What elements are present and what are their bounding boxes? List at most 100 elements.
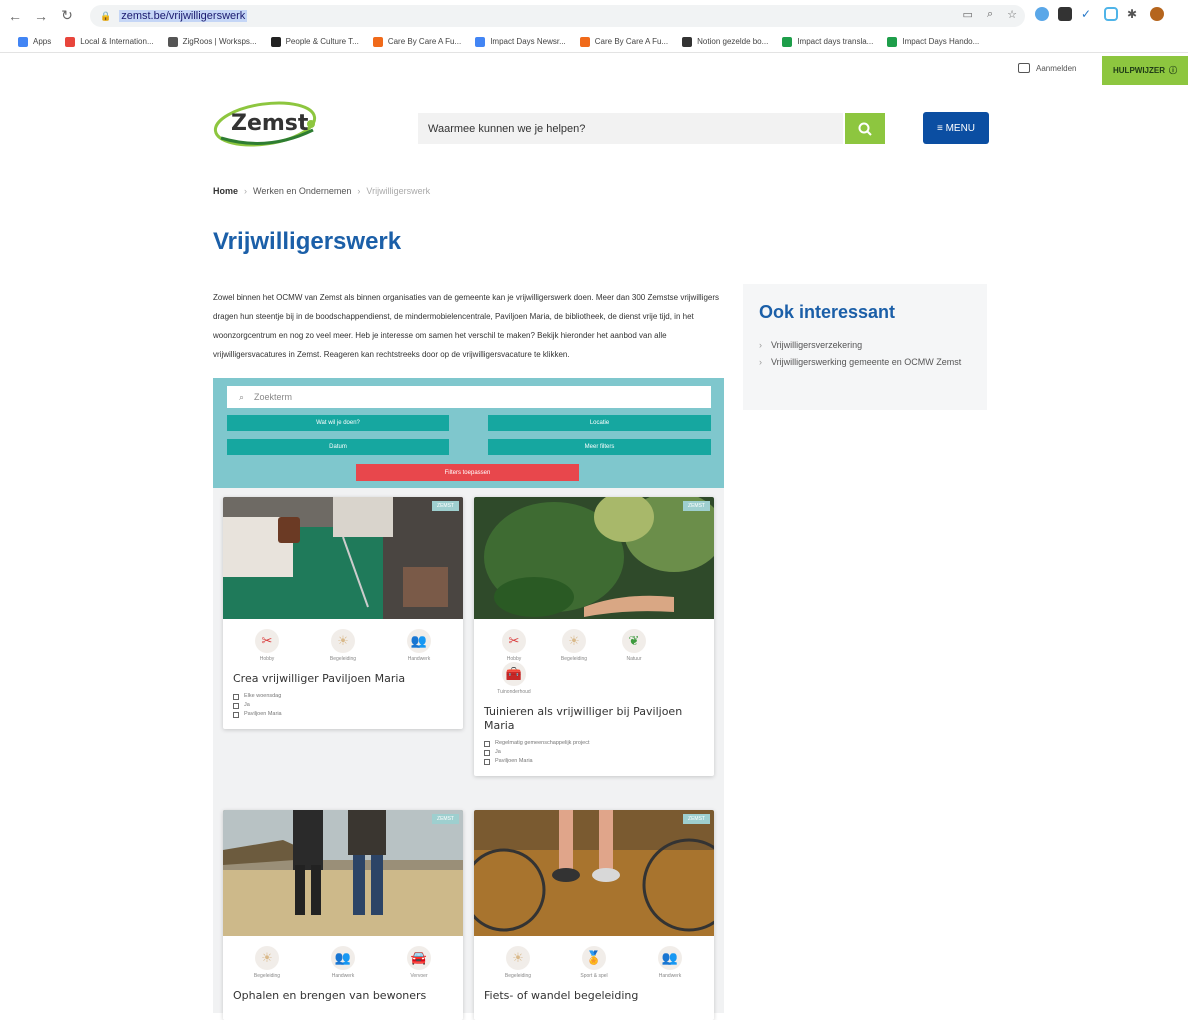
vacancy-title[interactable]: Tuinieren als vrijwilliger bij Paviljoen… xyxy=(474,695,714,739)
filter-date-button[interactable]: Datum xyxy=(227,439,449,455)
sun-icon: ☀ xyxy=(255,946,279,970)
bookmark-item[interactable]: Local & Internation... xyxy=(65,36,154,47)
bookmark-icon xyxy=(372,36,383,47)
category-label: Tuinonderhoud xyxy=(497,689,531,695)
bookmark-icon xyxy=(18,36,28,47)
address-bar[interactable]: 🔒 zemst.be/vrijwilligerswerk ▭ ⌕ ☆ xyxy=(90,5,1025,27)
login-icon xyxy=(1018,63,1030,73)
category-item: 🧰 Tuinonderhoud xyxy=(484,662,544,695)
bookmark-item[interactable]: Impact days transla... xyxy=(782,36,873,47)
category-icons: ☀ Begeleiding 👥 Handwerk 🚘 Vervoer xyxy=(223,936,463,979)
checkmark-icon[interactable]: ✓ xyxy=(1081,7,1095,21)
site-search-input[interactable]: Waarmee kunnen we je helpen? xyxy=(418,113,843,144)
page-title: Vrijwilligerswerk xyxy=(213,228,402,255)
profile-avatar[interactable] xyxy=(1150,7,1164,21)
related-link[interactable]: Vrijwilligersverzekering xyxy=(759,337,971,354)
meta-row: Ja xyxy=(233,701,453,710)
more-filters-button[interactable]: Meer filters xyxy=(488,439,711,455)
location-badge: ZEMST xyxy=(432,814,459,824)
medal-icon: 🏅 xyxy=(582,946,606,970)
screen-cast-icon[interactable]: ▭ xyxy=(963,8,973,21)
category-label: Handwerk xyxy=(407,656,431,662)
vacancy-title[interactable]: Ophalen en brengen van bewoners xyxy=(223,979,463,1009)
zemst-logo[interactable]: Zemst xyxy=(213,100,323,148)
vacancy-meta: Elke woensdag Ja Paviljoen Maria xyxy=(223,692,463,729)
vacancy-card[interactable]: ZEMST ☀ Begeleiding 🏅 Sport & spel 👥 Handwerk… xyxy=(474,810,714,1020)
bookmark-item[interactable]: Care By Care A Fu... xyxy=(579,36,668,47)
category-label: Handwerk xyxy=(658,973,682,979)
extension-icon[interactable] xyxy=(1104,7,1118,21)
star-icon[interactable]: ☆ xyxy=(1007,8,1017,21)
bookmark-item[interactable]: People & Culture T... xyxy=(270,36,359,47)
people-icon: 👥 xyxy=(407,629,431,653)
toolbox-icon: 🧰 xyxy=(502,662,526,686)
extension-icon[interactable] xyxy=(1058,7,1072,21)
category-item: 👥 Handwerk xyxy=(389,629,449,662)
breadcrumb-level2[interactable]: Werken en Ondernemen xyxy=(253,186,351,196)
bookmark-item[interactable]: ZigRoos | Worksps... xyxy=(167,36,257,47)
category-icons: ✂ Hobby ☀ Begeleiding 👥 Handwerk xyxy=(223,619,463,662)
puzzle-icon[interactable]: ✱ xyxy=(1127,7,1141,21)
apply-filters-button[interactable]: Filters toepassen xyxy=(356,464,579,481)
search-button[interactable] xyxy=(845,113,885,144)
bookmark-item[interactable]: Impact Days Hando... xyxy=(887,36,979,47)
vacancy-image: ZEMST xyxy=(474,497,714,619)
vacancy-card[interactable]: ZEMST ✂ Hobby ☀ Begeleiding ❦ Natuur 🧰 Tuinonde… xyxy=(474,497,714,776)
vacancy-card[interactable]: ZEMST ✂ Hobby ☀ Begeleiding 👥 Handwerk Crea v… xyxy=(223,497,463,729)
chevron-right-icon: › xyxy=(244,186,248,196)
login-link[interactable]: Aanmelden xyxy=(1018,63,1076,73)
bookmark-icon xyxy=(682,36,693,47)
bookmark-item[interactable]: Apps xyxy=(18,36,51,47)
extension-icon[interactable] xyxy=(1035,7,1049,21)
bookmark-item[interactable]: Care By Care A Fu... xyxy=(372,36,461,47)
category-label: Natuur xyxy=(626,656,642,662)
bookmark-icon xyxy=(270,36,281,47)
forward-icon[interactable]: → xyxy=(30,5,52,27)
keyword-search-input[interactable]: ⌕ Zoekterm xyxy=(227,386,711,408)
vacancy-filter: ⌕ Zoekterm Wat wil je doen? Locatie Datu… xyxy=(213,378,724,488)
menu-button[interactable]: ≡ MENU xyxy=(923,112,989,144)
vacancy-title[interactable]: Fiets- of wandel begeleiding xyxy=(474,979,714,1009)
category-label: Hobby xyxy=(259,656,275,662)
related-title: Ook interessant xyxy=(759,302,896,322)
category-item: 👥 Handwerk xyxy=(313,946,373,979)
sun-icon: ☀ xyxy=(506,946,530,970)
breadcrumb-current: Vrijwilligerswerk xyxy=(366,186,431,196)
category-label: Sport & spel xyxy=(580,973,608,979)
meta-row: Ja xyxy=(484,748,704,757)
scissors-icon: ✂ xyxy=(255,629,279,653)
bookmark-item[interactable]: Notion gezelde bo... xyxy=(682,36,768,47)
car-icon: 🚘 xyxy=(407,946,431,970)
help-button[interactable]: HULPWIJZER ⓘ xyxy=(1102,56,1188,85)
vacancy-title[interactable]: Crea vrijwilliger Paviljoen Maria xyxy=(223,662,463,692)
related-link[interactable]: Vrijwilligerswerking gemeente en OCMW Ze… xyxy=(759,354,971,371)
zoom-icon[interactable]: ⌕ xyxy=(987,8,993,21)
vacancy-card[interactable]: ZEMST ☀ Begeleiding 👥 Handwerk 🚘 Vervoer Opha… xyxy=(223,810,463,1020)
filter-location-button[interactable]: Locatie xyxy=(488,415,711,431)
location-badge: ZEMST xyxy=(683,814,710,824)
category-item: 👥 Handwerk xyxy=(640,946,700,979)
category-item: ☀ Begeleiding xyxy=(544,629,604,662)
category-label: Begeleiding xyxy=(253,973,281,979)
vacancy-image: ZEMST xyxy=(223,810,463,936)
language-icon xyxy=(484,749,490,756)
intro-text: Zowel binnen het OCMW van Zemst als binn… xyxy=(213,293,720,359)
search-icon xyxy=(858,122,872,136)
category-icons: ☀ Begeleiding 🏅 Sport & spel 👥 Handwerk xyxy=(474,936,714,979)
back-icon[interactable]: ← xyxy=(4,5,26,27)
url-text[interactable]: zemst.be/vrijwilligerswerk xyxy=(119,10,248,22)
location-badge: ZEMST xyxy=(683,501,710,511)
reload-icon[interactable]: ↻ xyxy=(56,5,78,27)
calendar-icon xyxy=(233,693,239,700)
filter-activity-button[interactable]: Wat wil je doen? xyxy=(227,415,449,431)
category-label: Begeleiding xyxy=(329,656,357,662)
people-icon: 👥 xyxy=(331,946,355,970)
breadcrumb-home[interactable]: Home xyxy=(213,186,238,196)
bookmark-item[interactable]: Impact Days Newsr... xyxy=(475,36,566,47)
bookmark-icon xyxy=(475,36,486,47)
scissors-icon: ✂ xyxy=(502,629,526,653)
bookmark-icon xyxy=(65,36,76,47)
category-item: ✂ Hobby xyxy=(237,629,297,662)
sun-icon: ☀ xyxy=(562,629,586,653)
bookmark-icon xyxy=(782,36,793,47)
